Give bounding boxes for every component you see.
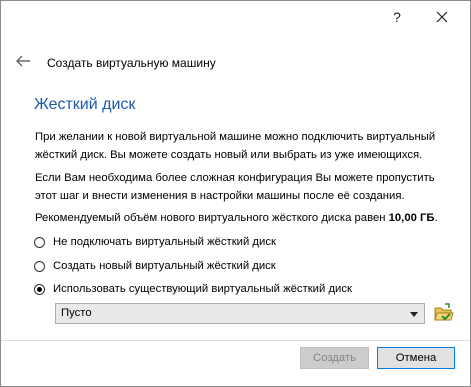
title-bar: ? [1, 1, 470, 33]
radio-button[interactable] [34, 236, 45, 248]
create-button[interactable]: Создать [300, 347, 369, 369]
folder-open-icon [434, 303, 454, 321]
existing-disk-select[interactable]: Пусто [55, 303, 425, 324]
recommended-size-value: 10,00 ГБ [388, 212, 435, 224]
radio-label: Использовать существующий виртуальный жё… [53, 283, 352, 295]
description-paragraph-1: При желании к новой виртуальной машине м… [35, 131, 436, 161]
recommended-size-prefix: Рекомендуемый объём нового виртуального … [35, 212, 386, 224]
description-paragraph-2: Если Вам необходима более сложная конфиг… [35, 172, 435, 202]
create-vm-dialog: ? Создать виртуальную машину Жесткий дис… [0, 0, 471, 387]
wizard-title: Создать виртуальную машину [47, 56, 216, 70]
radio-button-selected[interactable] [34, 283, 45, 295]
close-icon [436, 11, 448, 23]
page-title: Жесткий диск [34, 96, 136, 113]
existing-disk-select-value: Пусто [61, 307, 92, 319]
recommended-size-suffix: . [434, 212, 438, 224]
recommended-size-text: Рекомендуемый объём нового виртуального … [35, 209, 450, 227]
radio-button[interactable] [34, 260, 45, 272]
choose-disk-file-button[interactable] [433, 303, 455, 323]
radio-create-new-disk[interactable]: Создать новый виртуальный жёсткий диск [34, 258, 276, 274]
footer-divider [1, 340, 470, 341]
back-button[interactable] [15, 54, 31, 68]
chevron-down-icon [410, 312, 418, 317]
radio-no-disk[interactable]: Не подключать виртуальный жёсткий диск [34, 234, 276, 250]
radio-use-existing-disk[interactable]: Использовать существующий виртуальный жё… [34, 281, 352, 297]
radio-label: Создать новый виртуальный жёсткий диск [53, 260, 276, 272]
radio-label: Не подключать виртуальный жёсткий диск [53, 236, 276, 248]
cancel-button[interactable]: Отмена [377, 347, 455, 369]
back-arrow-icon [16, 55, 30, 67]
close-button[interactable] [432, 7, 452, 27]
help-button[interactable]: ? [387, 7, 407, 27]
